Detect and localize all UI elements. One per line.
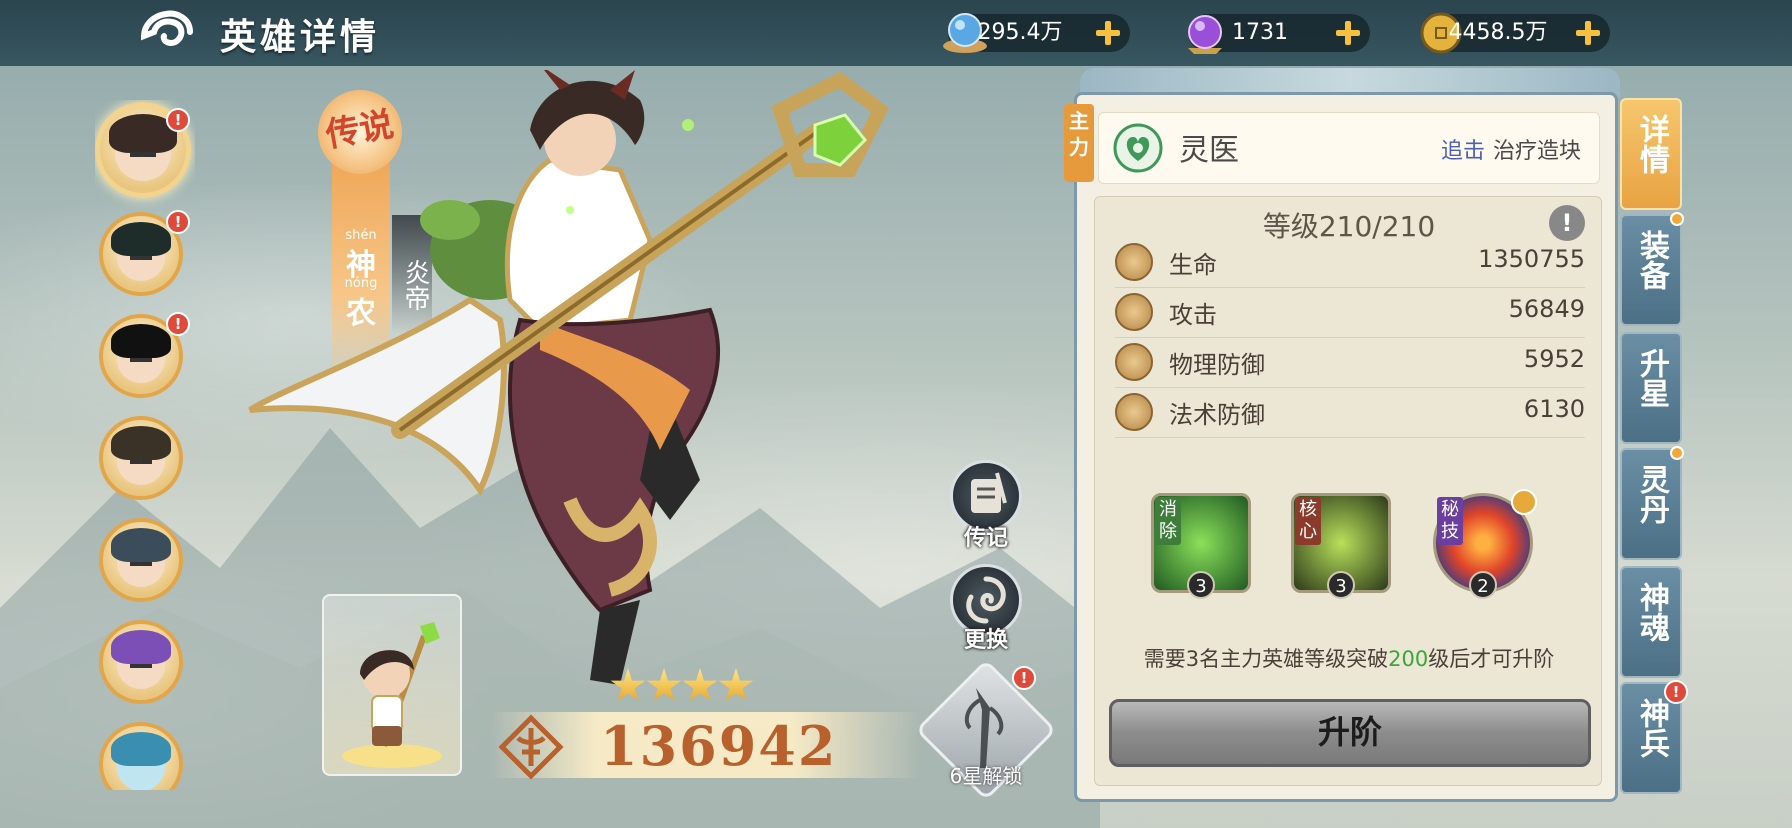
star-unlock-label: 6星解锁 (949, 764, 1023, 788)
stat-value: 1350755 (1478, 245, 1585, 273)
skill-level: 3 (1187, 571, 1215, 599)
tab-label: 灵丹 (1634, 464, 1669, 524)
advance-requirement: 需要3名主力英雄等级突破200级后才可升阶 (1095, 643, 1603, 673)
resource-spirit-orb: 295.4万 (943, 13, 1130, 53)
skill-slot-2[interactable]: 核心 3 (1291, 493, 1391, 599)
class-tag-primary: 追击 (1440, 139, 1485, 164)
advance-note-suffix: 级后才可升阶 (1428, 647, 1555, 671)
skill-level: 2 (1469, 571, 1497, 599)
skill-tag: 消除 (1155, 497, 1181, 545)
healer-class-icon (1113, 123, 1163, 173)
hero-slot-6[interactable] (99, 620, 183, 704)
star-icon (682, 668, 718, 701)
tab-details[interactable]: 详情 (1620, 98, 1682, 210)
star-rating (610, 668, 760, 708)
unlock-alert-icon: ! (1012, 666, 1036, 690)
skin-card[interactable] (322, 594, 462, 776)
star-icon (718, 668, 754, 701)
advance-note-level: 200 (1388, 647, 1429, 671)
class-tags: 追击 治疗造块 (1441, 133, 1581, 165)
add-spirit-orb-button[interactable] (1094, 19, 1122, 47)
hero-slot-2-alert-icon: ! (166, 210, 190, 234)
tab-star-up[interactable]: 升星 (1620, 332, 1682, 444)
stat-row-magic-defense: 法术防御 6130 (1115, 389, 1585, 438)
magic-shield-stat-icon (1115, 393, 1153, 431)
stat-value: 6130 (1523, 395, 1585, 423)
add-purple-gem-button[interactable] (1334, 19, 1362, 47)
stat-row-hp: 生命 1350755 (1115, 239, 1585, 288)
purple-gem-value: 1731 (1232, 20, 1288, 45)
tab-label: 神魂 (1634, 582, 1669, 642)
tab-elixir[interactable]: 灵丹 (1620, 446, 1684, 560)
hero-slot-3-alert-icon: ! (166, 312, 190, 336)
divine-weapon-alert-icon: ! (1664, 680, 1688, 704)
stat-label: 生命 (1169, 251, 1217, 279)
tab-label: 装备 (1634, 230, 1669, 290)
back-button[interactable] (140, 10, 196, 54)
star-icon (610, 668, 646, 701)
change-label: 更换 (963, 628, 1008, 653)
combat-power-icon (498, 714, 564, 780)
skill-level: 3 (1327, 571, 1355, 599)
stat-label: 法术防御 (1169, 401, 1265, 429)
tab-soul[interactable]: 神魂 (1620, 566, 1682, 678)
stats-box: 等级210/210 ! 生命 1350755 攻击 56849 物理防御 595… (1094, 196, 1602, 786)
class-name: 灵医 (1179, 133, 1239, 168)
add-gold-coin-button[interactable] (1574, 19, 1602, 47)
skill-slot-1[interactable]: 消除 3 (1151, 493, 1251, 599)
class-row: 灵医 追击 治疗造块 (1098, 112, 1600, 184)
stat-label: 物理防御 (1169, 351, 1265, 379)
hero-slot-1-alert-icon: ! (166, 108, 190, 132)
biography-label: 传记 (963, 526, 1008, 551)
shield-stat-icon (1115, 343, 1153, 381)
weapon-silhouette-icon (964, 688, 1004, 768)
info-icon[interactable]: ! (1549, 205, 1585, 241)
stat-row-physical-defense: 物理防御 5952 (1115, 339, 1585, 388)
stat-row-attack: 攻击 56849 (1115, 289, 1585, 338)
combat-power-bar: 136942 (490, 712, 920, 780)
notification-dot (1670, 446, 1684, 460)
skill-slot-3[interactable]: 秘技 2 (1433, 489, 1537, 599)
hero-slot-5[interactable] (99, 518, 183, 602)
skill-tag: 核心 (1295, 497, 1321, 545)
gold-coin-value: 4458.5万 (1448, 20, 1548, 45)
main-force-tag: 主力 (1064, 104, 1094, 182)
stat-label: 攻击 (1169, 301, 1217, 329)
heart-stat-icon (1115, 243, 1153, 281)
stat-value: 56849 (1508, 295, 1585, 323)
tab-label: 神兵 (1634, 698, 1669, 758)
stat-value: 5952 (1523, 345, 1585, 373)
tab-label: 详情 (1634, 114, 1669, 174)
tab-equipment[interactable]: 装备 (1620, 212, 1684, 326)
chibi-hero-icon (342, 622, 442, 768)
skill-tag: 秘技 (1437, 497, 1463, 545)
resource-purple-gem: 1731 (1188, 14, 1370, 54)
combat-power-value: 136942 (600, 714, 838, 778)
spirit-orb-value: 295.4万 (977, 20, 1063, 45)
hero-slot-4[interactable] (99, 416, 183, 500)
notification-dot (1670, 212, 1684, 226)
sword-stat-icon (1115, 293, 1153, 331)
hero-slot-7[interactable] (99, 722, 183, 790)
refresh-icon (1511, 489, 1537, 515)
advance-button[interactable]: 升阶 (1109, 699, 1591, 767)
hero-list[interactable] (95, 100, 195, 790)
star-icon (646, 668, 682, 701)
resource-gold-coin: 4458.5万 (1420, 12, 1610, 54)
advance-note-text: 需要3名主力英雄等级突破 (1143, 647, 1389, 671)
page-title: 英雄详情 (220, 16, 381, 58)
tab-label: 升星 (1634, 348, 1669, 408)
class-tag-secondary: 治疗造块 (1492, 139, 1581, 164)
